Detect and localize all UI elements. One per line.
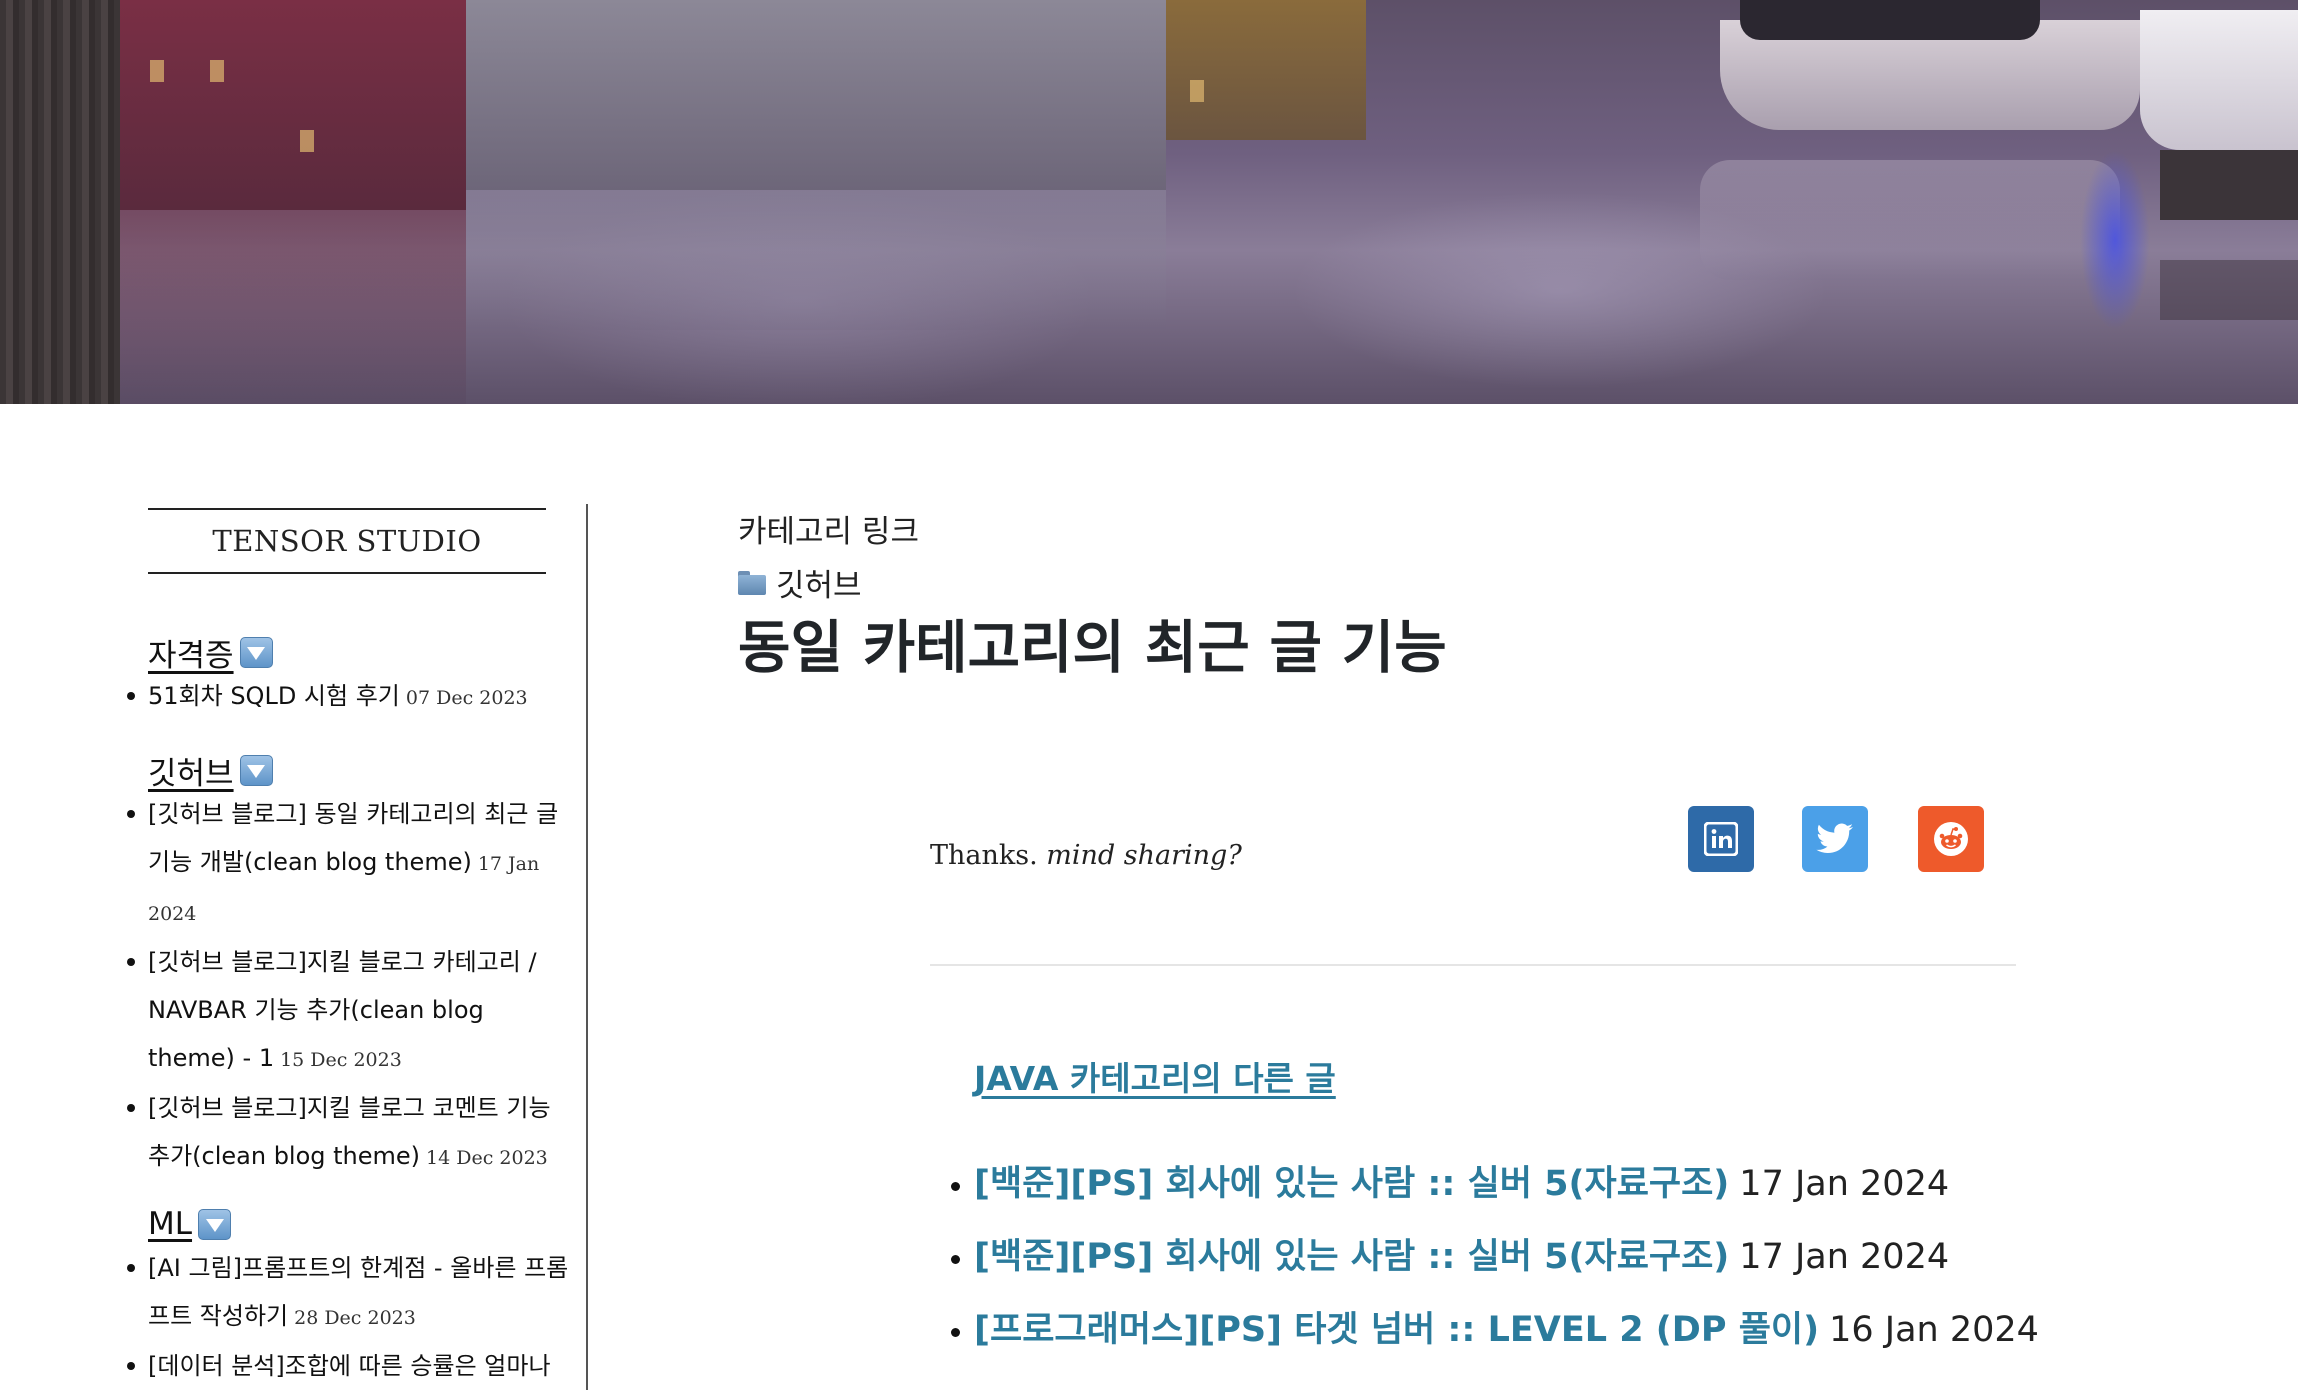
share-twitter-button[interactable] (1802, 806, 1868, 872)
post-date: 07 Dec 2023 (405, 687, 528, 709)
post-date: 14 Dec 2023 (426, 1147, 548, 1169)
list-item: [백준][PS] 회사에 있는 사람 :: 실버 5(자료구조) 17 Jan 2… (951, 1221, 2039, 1294)
list-item: [프로그래머스][PS] 타겟 넘버 :: LEVEL 2 (DP 풀이) 16 … (951, 1294, 2039, 1367)
sidebar-divider (586, 504, 588, 1390)
category-title[interactable]: 자격증 (148, 630, 234, 675)
list-item: [AI 그림]프롬프트의 한계점 - 올바른 프롬프트 작성하기 28 Dec 2… (127, 1244, 588, 1342)
category-title[interactable]: ML (148, 1206, 192, 1242)
main-content: 카테고리 링크 깃허브 동일 카테고리의 최근 글 기능 Thanks. min… (738, 404, 2298, 1390)
other-posts-list: [백준][PS] 회사에 있는 사람 :: 실버 5(자료구조) 17 Jan 2… (951, 1148, 2039, 1367)
list-item: 51회차 SQLD 시험 후기 07 Dec 2023 (127, 672, 588, 722)
list-item: [백준][PS] 회사에 있는 사람 :: 실버 5(자료구조) 17 Jan 2… (951, 1148, 2039, 1221)
category-title[interactable]: 깃허브 (148, 748, 234, 793)
post-link[interactable]: 51회차 SQLD 시험 후기 (148, 682, 400, 710)
post-date: 15 Dec 2023 (280, 1049, 402, 1071)
post-date: 17 Jan 2024 (1739, 1237, 1950, 1277)
site-brand[interactable]: TENSOR STUDIO (148, 508, 546, 574)
share-prompt-italic: mind sharing? (1046, 840, 1242, 871)
linkedin-icon (1704, 822, 1738, 856)
sidebar-category-ml: ML [AI 그림]프롬프트의 한계점 - 올바른 프롬프트 작성하기 28 De… (127, 1204, 588, 1392)
other-posts-heading-link[interactable]: JAVA 카테고리의 다른 글 (974, 1052, 1336, 1100)
page-title: 동일 카테고리의 최근 글 기능 (738, 615, 1447, 681)
post-date: 17 Jan 2024 (1739, 1164, 1950, 1204)
category-name[interactable]: 깃허브 (776, 560, 862, 605)
post-link[interactable]: [데이터 분석]조합에 따른 승률은 얼마나 (148, 1352, 551, 1380)
share-prompt: Thanks. mind sharing? (930, 840, 1242, 871)
twitter-icon (1816, 823, 1853, 854)
post-link[interactable]: [백준][PS] 회사에 있는 사람 :: 실버 5(자료구조) (974, 1237, 1729, 1277)
expand-down-icon[interactable] (239, 636, 273, 668)
share-linkedin-button[interactable] (1688, 806, 1754, 872)
share-prompt-plain: Thanks. (930, 840, 1038, 871)
sidebar-category-certificate: 자격증 51회차 SQLD 시험 후기 07 Dec 2023 (127, 630, 588, 722)
category-link[interactable]: 깃허브 (738, 560, 862, 605)
post-date: 28 Dec 2023 (294, 1307, 416, 1329)
section-divider (930, 964, 2016, 966)
list-item: [깃허브 블로그]지킬 블로그 카테고리 / NAVBAR 기능 추가(clea… (127, 938, 588, 1084)
expand-down-icon[interactable] (239, 754, 273, 786)
list-item: [깃허브 블로그]지킬 블로그 코멘트 기능 추가(clean blog the… (127, 1084, 588, 1182)
category-link-label: 카테고리 링크 (738, 514, 919, 550)
post-date: 16 Jan 2024 (1829, 1310, 2039, 1350)
folder-icon (738, 570, 766, 595)
post-link[interactable]: [프로그래머스][PS] 타겟 넘버 :: LEVEL 2 (DP 풀이) (974, 1310, 1819, 1350)
hero-banner-image (0, 0, 2298, 404)
post-link[interactable]: [백준][PS] 회사에 있는 사람 :: 실버 5(자료구조) (974, 1164, 1729, 1204)
list-item: [깃허브 블로그] 동일 카테고리의 최근 글 기능 개발(clean blog… (127, 790, 588, 938)
list-item: [데이터 분석]조합에 따른 승률은 얼마나 (127, 1342, 588, 1392)
reddit-icon (1934, 822, 1968, 856)
sidebar-category-github: 깃허브 [깃허브 블로그] 동일 카테고리의 최근 글 기능 개발(clean … (127, 748, 588, 1182)
sidebar: TENSOR STUDIO 자격증 51회차 SQLD 시험 후기 07 Dec … (0, 404, 588, 1390)
expand-down-icon[interactable] (198, 1208, 232, 1240)
share-reddit-button[interactable] (1918, 806, 1984, 872)
